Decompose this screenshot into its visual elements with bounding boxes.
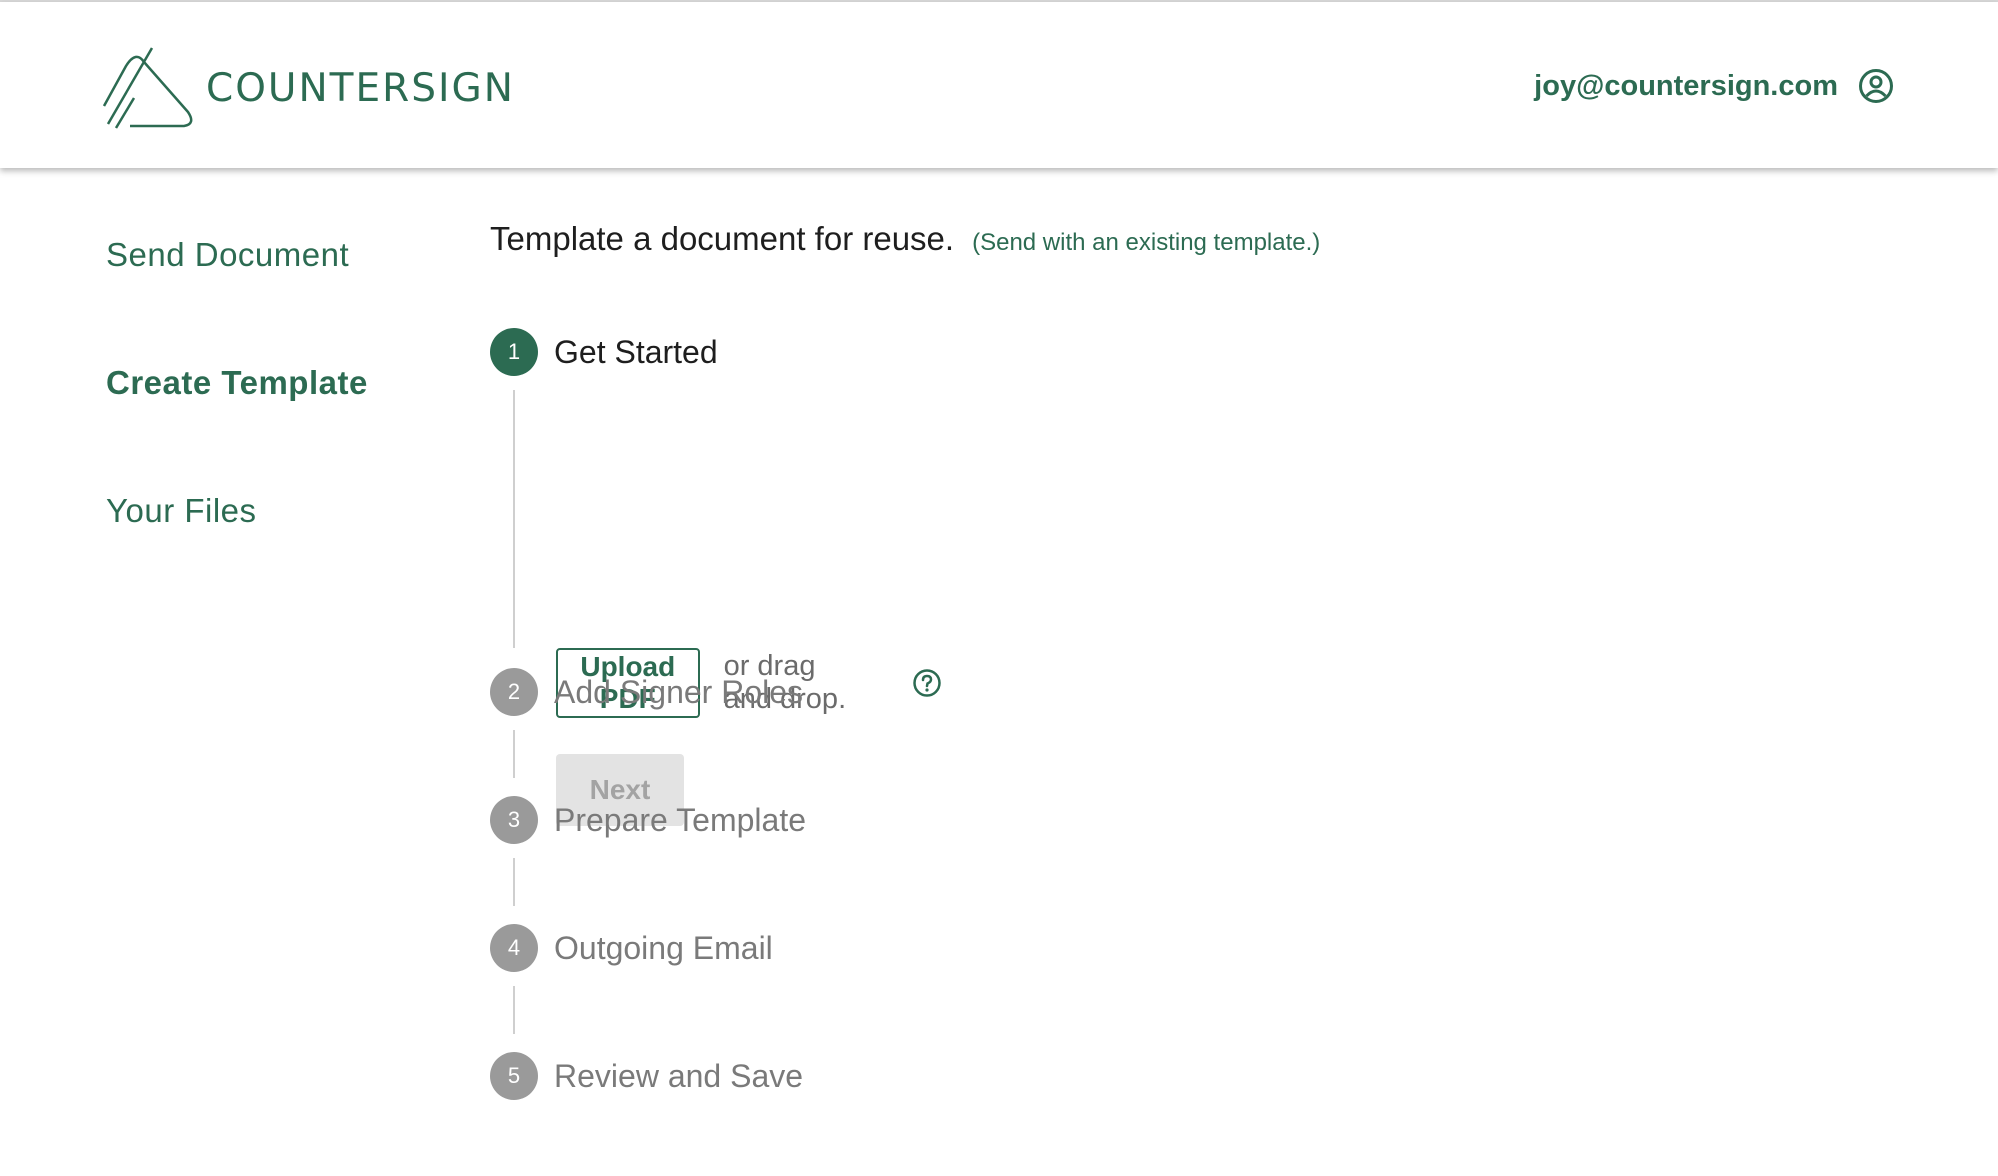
title-row: Template a document for reuse. (Send wit… [490, 220, 1890, 258]
user-menu[interactable]: joy@countersign.com [1534, 68, 1894, 104]
step-number: 5 [490, 1052, 538, 1100]
user-email[interactable]: joy@countersign.com [1534, 70, 1838, 103]
step-prepare-template[interactable]: 3 Prepare Template [490, 796, 806, 844]
step-number: 4 [490, 924, 538, 972]
step-connector [513, 858, 515, 906]
step-number: 1 [490, 328, 538, 376]
step-outgoing-email[interactable]: 4 Outgoing Email [490, 924, 773, 972]
step-connector [513, 730, 515, 778]
step-label: Get Started [554, 333, 718, 370]
step-review-and-save[interactable]: 5 Review and Save [490, 1052, 803, 1100]
sidebar-item-send-document[interactable]: Send Document [106, 236, 349, 274]
sidebar-item-your-files[interactable]: Your Files [106, 492, 257, 530]
step-number: 2 [490, 668, 538, 716]
page-title: Template a document for reuse. [490, 220, 955, 257]
step-label: Outgoing Email [554, 929, 773, 966]
step-add-signer-roles[interactable]: 2 Add Signer Roles [490, 668, 803, 716]
sidebar-item-create-template[interactable]: Create Template [106, 364, 368, 402]
account-circle-icon[interactable] [1858, 68, 1894, 104]
step-number: 3 [490, 796, 538, 844]
step-label: Add Signer Roles [554, 673, 804, 710]
step-connector [513, 390, 515, 648]
existing-template-link[interactable]: (Send with an existing template.) [972, 229, 1320, 257]
step-label: Prepare Template [554, 801, 806, 838]
question-circle-icon [913, 669, 941, 697]
app-header: COUNTERSIGN joy@countersign.com [0, 2, 1998, 168]
brand-name: COUNTERSIGN [206, 65, 515, 111]
countersign-logo-icon [102, 47, 193, 129]
main-content: Template a document for reuse. (Send wit… [490, 220, 1890, 1100]
step-connector [513, 986, 515, 1034]
step-get-started[interactable]: 1 Get Started [490, 328, 718, 376]
brand-logo[interactable]: COUNTERSIGN [100, 46, 515, 130]
help-button[interactable] [912, 668, 942, 698]
step-label: Review and Save [554, 1057, 804, 1094]
